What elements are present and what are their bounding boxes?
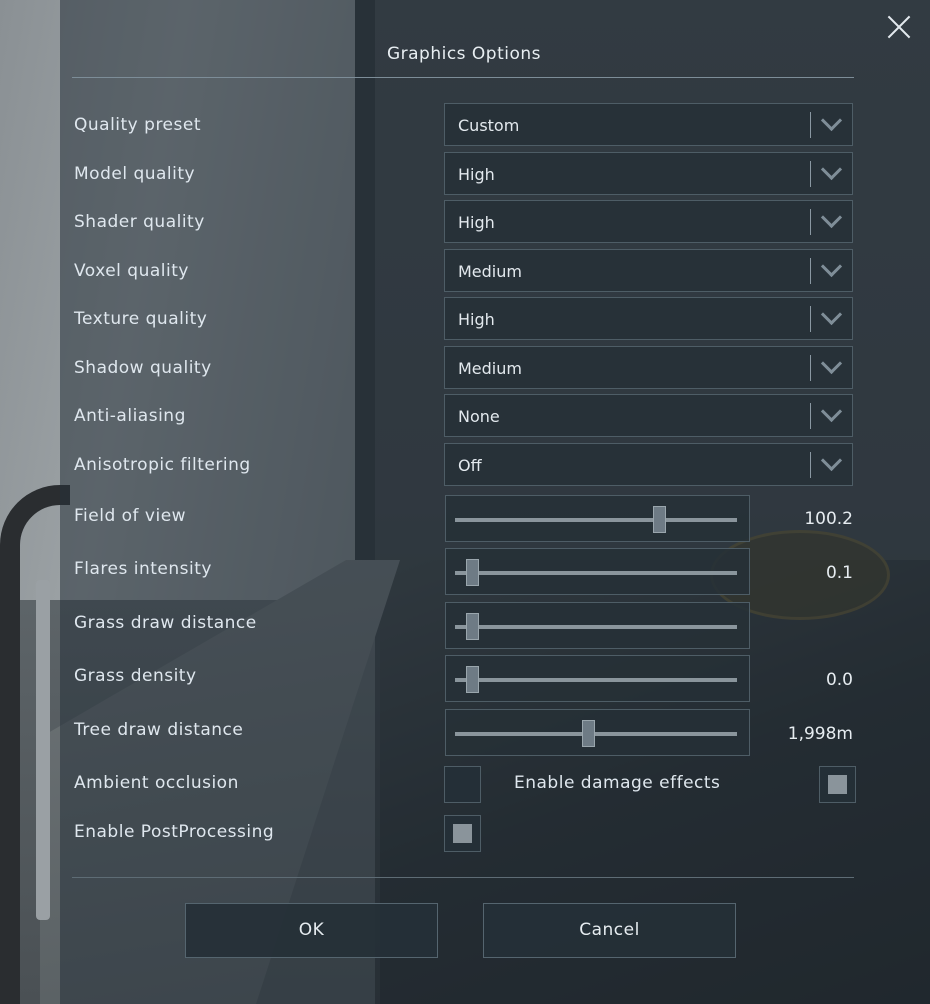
slider-track xyxy=(455,571,737,575)
slider-track xyxy=(455,518,737,522)
ambient-occlusion-label: Ambient occlusion xyxy=(74,773,239,793)
footer-divider xyxy=(72,877,854,878)
chevron-down-icon xyxy=(820,113,842,135)
chevron-down-icon xyxy=(820,259,842,281)
damage-effects-checkbox[interactable] xyxy=(819,766,856,803)
cancel-button[interactable]: Cancel xyxy=(483,903,736,958)
ambient-occlusion-checkbox[interactable] xyxy=(444,766,481,803)
quality-preset-label: Quality preset xyxy=(74,115,201,135)
dropdown-separator xyxy=(810,209,811,235)
slider-thumb[interactable] xyxy=(465,613,479,640)
texture-quality-dropdown[interactable]: High xyxy=(444,297,853,340)
tree-draw-distance-label: Tree draw distance xyxy=(74,720,244,740)
dropdown-separator xyxy=(810,452,811,478)
flares-intensity-value: 0.1 xyxy=(825,563,853,583)
quality-preset-dropdown[interactable]: Custom xyxy=(444,103,853,146)
field-of-view-slider[interactable] xyxy=(445,495,750,542)
slider-thumb[interactable] xyxy=(652,506,666,533)
voxel-quality-dropdown[interactable]: Medium xyxy=(444,249,853,292)
dropdown-separator xyxy=(810,258,811,284)
dropdown-value: High xyxy=(458,165,495,184)
slider-thumb[interactable] xyxy=(582,720,596,747)
chevron-down-icon xyxy=(820,404,842,426)
close-icon[interactable] xyxy=(884,12,914,42)
dropdown-value: High xyxy=(458,213,495,232)
slider-track xyxy=(455,678,737,682)
chevron-down-icon xyxy=(820,210,842,232)
dropdown-separator xyxy=(810,355,811,381)
anti-aliasing-label: Anti-aliasing xyxy=(74,406,186,426)
model-quality-dropdown[interactable]: High xyxy=(444,152,853,195)
grass-density-label: Grass density xyxy=(74,666,197,686)
checkbox-mark xyxy=(453,824,472,843)
chevron-down-icon xyxy=(820,356,842,378)
field-of-view-value: 100.2 xyxy=(804,509,853,529)
shader-quality-dropdown[interactable]: High xyxy=(444,200,853,243)
voxel-quality-label: Voxel quality xyxy=(74,261,189,281)
dropdown-value: None xyxy=(458,407,500,426)
slider-thumb[interactable] xyxy=(465,666,479,693)
dropdown-separator xyxy=(810,112,811,138)
slider-track xyxy=(455,732,737,736)
dropdown-value: Off xyxy=(458,456,482,475)
dropdown-value: High xyxy=(458,310,495,329)
dropdown-separator xyxy=(810,161,811,187)
tree-draw-distance-slider[interactable] xyxy=(445,709,750,756)
shadow-quality-dropdown[interactable]: Medium xyxy=(444,346,853,389)
shadow-quality-label: Shadow quality xyxy=(74,358,212,378)
ok-button[interactable]: OK xyxy=(185,903,438,958)
flares-intensity-slider[interactable] xyxy=(445,548,750,595)
slider-thumb[interactable] xyxy=(465,559,479,586)
texture-quality-label: Texture quality xyxy=(74,309,208,329)
anisotropic-filtering-label: Anisotropic filtering xyxy=(74,455,251,475)
grass-draw-distance-label: Grass draw distance xyxy=(74,613,257,633)
dropdown-separator xyxy=(810,306,811,332)
title-divider xyxy=(72,77,854,78)
model-quality-label: Model quality xyxy=(74,164,196,184)
tree-draw-distance-value: 1,998m xyxy=(787,724,853,744)
post-processing-checkbox[interactable] xyxy=(444,815,481,852)
grass-draw-distance-slider[interactable] xyxy=(445,602,750,649)
chevron-down-icon xyxy=(820,307,842,329)
grass-density-value: 0.0 xyxy=(825,670,853,690)
post-processing-label: Enable PostProcessing xyxy=(74,822,275,842)
dropdown-value: Medium xyxy=(458,359,522,378)
dropdown-value: Custom xyxy=(458,116,520,135)
grass-density-slider[interactable] xyxy=(445,655,750,702)
slider-track xyxy=(455,625,737,629)
anisotropic-filtering-dropdown[interactable]: Off xyxy=(444,443,853,486)
dialog-title: Graphics Options xyxy=(386,44,542,64)
field-of-view-label: Field of view xyxy=(74,506,187,526)
dropdown-value: Medium xyxy=(458,262,522,281)
dropdown-separator xyxy=(810,403,811,429)
chevron-down-icon xyxy=(820,162,842,184)
anti-aliasing-dropdown[interactable]: None xyxy=(444,394,853,437)
chevron-down-icon xyxy=(820,453,842,475)
damage-effects-label: Enable damage effects xyxy=(514,773,721,793)
flares-intensity-label: Flares intensity xyxy=(74,559,212,579)
checkbox-mark xyxy=(828,775,847,794)
shader-quality-label: Shader quality xyxy=(74,212,205,232)
